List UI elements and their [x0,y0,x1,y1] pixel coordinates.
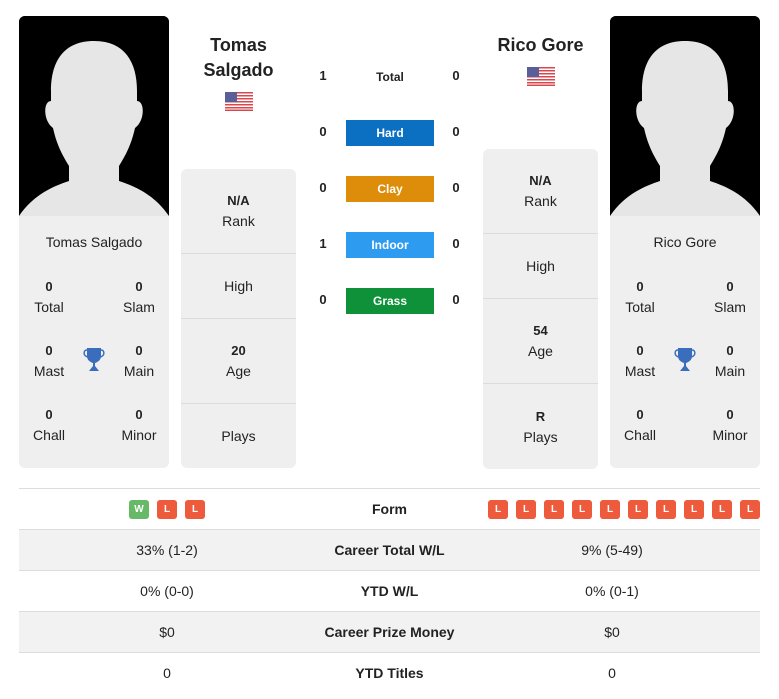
player2-form-badge-loss[interactable]: L [572,499,592,519]
h2h-total-p2: 0 [452,68,460,83]
prize-money-label: Career Prize Money [324,624,455,640]
ytd-titles-label: YTD Titles [355,665,424,681]
player2-card-name: Rico Gore [653,234,717,250]
player2-career-wl: 9% (5-49) [581,542,643,558]
player2-form-badge-loss[interactable]: L [544,499,564,519]
ytd-wl-label: YTD W/L [360,583,419,599]
player-silhouette-icon [19,16,169,216]
us-flag-icon [225,92,253,111]
player1-chall-titles: 0 Chall [33,407,65,443]
player1-minor-titles: 0 Minor [121,407,157,443]
prize-money-row: $0 Career Prize Money $0 [19,611,760,652]
player1-ytd-titles: 0 [163,665,171,681]
player2-form-badge-loss[interactable]: L [740,499,760,519]
player2-chall-titles: 0 Chall [624,407,656,443]
player2-form-badge-loss[interactable]: L [516,499,536,519]
player1-form: WLL [19,499,315,519]
h2h-total-p1: 1 [319,68,327,83]
form-label: Form [372,501,407,517]
player1-high: High [181,254,296,319]
trophy-icon [82,347,106,373]
ytd-titles-row: 0 YTD Titles 0 [19,652,760,693]
ytd-wl-row: 0% (0-0) YTD W/L 0% (0-1) [19,570,760,611]
form-row: WLL Form LLLLLLLLLL [19,488,760,529]
player2-age: 54 Age [483,299,598,384]
player1-rank: N/A Rank [181,169,296,254]
player2-slam-titles: 0 Slam [714,279,746,315]
player1-slam-titles: 0 Slam [123,279,155,315]
h2h-clay-p1: 0 [319,180,327,195]
player2-rank: N/A Rank [483,149,598,234]
player2-high: High [483,234,598,299]
player1-mast-titles: 0 Mast [33,343,65,379]
player2-form-badge-loss[interactable]: L [600,499,620,519]
player1-age: 20 Age [181,319,296,404]
h2h-grass-p1: 0 [319,292,327,307]
player2-form: LLLLLLLLLL [464,499,760,519]
player2-form-badge-loss[interactable]: L [656,499,676,519]
player1-card-name: Tomas Salgado [45,234,143,250]
player2-ytd-titles: 0 [608,665,616,681]
player2-prize-money: $0 [604,624,620,640]
player2-total-titles: 0 Total [625,279,655,315]
h2h-hard-p2: 0 [452,124,460,139]
player2-photo [610,16,760,216]
player2-ytd-wl: 0% (0-1) [585,583,639,599]
h2h-total-label: Total [376,70,404,84]
player1-photo [19,16,169,216]
player1-career-wl: 33% (1-2) [136,542,198,558]
player2-minor-titles: 0 Minor [712,407,748,443]
player2-main-titles: 0 Main [714,343,746,379]
player1-info-panel: N/A Rank High 20 Age Plays [181,169,296,468]
career-wl-row: 33% (1-2) Career Total W/L 9% (5-49) [19,529,760,570]
h2h-hard-p1: 0 [319,124,327,139]
h2h-clay-p2: 0 [452,180,460,195]
player2-form-badge-loss[interactable]: L [628,499,648,519]
player-silhouette-icon [610,16,760,216]
player1-ytd-wl: 0% (0-0) [140,583,194,599]
player1-plays: Plays [221,428,256,444]
career-wl-label: Career Total W/L [334,542,445,558]
comparison-table: WLL Form LLLLLLLLLL 33% (1-2) Career Tot… [19,488,760,693]
surface-indoor-button[interactable]: Indoor [346,232,434,258]
surface-clay-button[interactable]: Clay [346,176,434,202]
h2h-indoor-p1: 1 [319,236,327,251]
trophy-icon [673,347,697,373]
player2-form-badge-loss[interactable]: L [712,499,732,519]
player2-card: Rico Gore 0 Total 0 Slam 0 Mast 0 Main 0 Chal… [610,216,760,468]
surface-grass-button[interactable]: Grass [346,288,434,314]
player2-name-heading[interactable]: Rico Gore [483,33,598,58]
h2h-indoor-p2: 0 [452,236,460,251]
player1-form-badge-loss[interactable]: L [185,499,205,519]
player1-total-titles: 0 Total [34,279,64,315]
surface-hard-button[interactable]: Hard [346,120,434,146]
player2-form-badge-loss[interactable]: L [488,499,508,519]
player1-form-badge-win[interactable]: W [129,499,149,519]
player1-name-heading[interactable]: Tomas Salgado [181,33,296,83]
player2-plays: R Plays [523,408,558,445]
h2h-grass-p2: 0 [452,292,460,307]
player1-card: Tomas Salgado 0 Total 0 Slam 0 Mast 0 Main 0… [19,216,169,468]
player2-info-panel: N/A Rank High 54 Age R Plays [483,149,598,469]
player1-main-titles: 0 Main [123,343,155,379]
player2-form-badge-loss[interactable]: L [684,499,704,519]
player2-mast-titles: 0 Mast [624,343,656,379]
player1-form-badge-loss[interactable]: L [157,499,177,519]
us-flag-icon [527,67,555,86]
player1-prize-money: $0 [159,624,175,640]
